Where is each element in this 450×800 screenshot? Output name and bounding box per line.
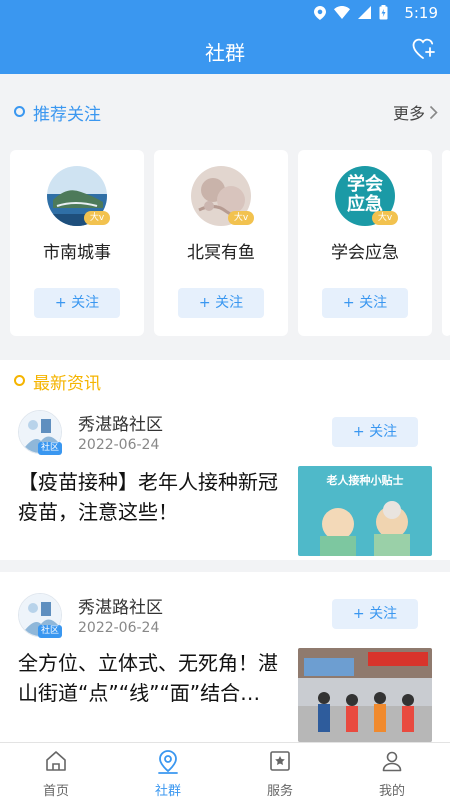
location-icon [158, 750, 178, 774]
news-source: 秀湛路社区 [78, 415, 163, 435]
recommend-section: 推荐关注 更多 大v 市南城事 + 关注 大v 北冥有鱼 + 关注 学会应急 大… [0, 86, 450, 348]
tab-label: 我的 [378, 784, 405, 799]
community-badge: 社区 [38, 625, 62, 638]
home-icon [46, 751, 66, 771]
battery-icon [379, 5, 388, 20]
news-headline: 【疫苗接种】老年人接种新冠疫苗，注意这些！ [18, 470, 278, 524]
status-bar: 5:19 [0, 0, 450, 26]
card-name: 市南城事 [43, 243, 111, 263]
follow-button[interactable]: + 关注 [332, 417, 418, 447]
news-source: 秀湛路社区 [78, 598, 163, 618]
tab-service[interactable]: 服务 [224, 743, 336, 800]
follow-button[interactable]: + 关注 [332, 599, 418, 629]
news-thumbnail: 老人接种小贴士 [298, 466, 432, 556]
recommend-card-partial[interactable] [442, 150, 450, 336]
tab-home[interactable]: 首页 [0, 743, 112, 800]
news-section: 最新资讯 社区 秀湛路社区 2022-06-24 + 关注 【疫苗接种】老年人接… [0, 360, 450, 742]
news-item[interactable]: 社区 秀湛路社区 2022-06-24 + 关注 【疫苗接种】老年人接种新冠疫苗… [0, 400, 450, 570]
recommend-cards: 大v 市南城事 + 关注 大v 北冥有鱼 + 关注 学会应急 大v 学会应急 +… [10, 150, 450, 336]
news-thumbnail [298, 648, 432, 742]
page-title: 社群 [205, 41, 245, 65]
news-date: 2022-06-24 [78, 437, 160, 453]
tab-label: 社群 [154, 784, 181, 799]
thumbnail-caption: 老人接种小贴士 [326, 474, 404, 487]
tab-label: 服务 [266, 784, 293, 799]
news-date: 2022-06-24 [78, 620, 160, 636]
user-icon [382, 751, 402, 772]
service-icon [270, 751, 290, 771]
follow-button[interactable]: + 关注 [34, 288, 120, 318]
vip-badge: 大v [372, 211, 398, 225]
news-dot-icon [14, 375, 25, 386]
recommend-card[interactable]: 大v 市南城事 + 关注 [10, 150, 144, 336]
card-name: 北冥有鱼 [187, 243, 255, 263]
signal-icon [358, 6, 371, 19]
more-link[interactable]: 更多 [393, 100, 438, 124]
community-badge: 社区 [38, 442, 62, 455]
more-label: 更多 [392, 104, 425, 123]
tab-bar: 首页 社群 服务 我的 [0, 742, 450, 800]
recommend-dot-icon [14, 106, 25, 117]
tab-mine[interactable]: 我的 [336, 743, 448, 800]
vip-badge: 大v [228, 211, 254, 225]
avatar-logo-text: 学会应急 [347, 174, 383, 215]
divider [0, 560, 450, 572]
news-title: 最新资讯 [33, 374, 101, 394]
recommend-header: 推荐关注 更多 [0, 92, 450, 132]
recommend-card[interactable]: 学会应急 大v 学会应急 + 关注 [298, 150, 432, 336]
news-header: 最新资讯 [0, 360, 450, 400]
favorite-add-button[interactable] [412, 38, 436, 64]
status-time: 5:19 [404, 4, 438, 22]
follow-button[interactable]: + 关注 [178, 288, 264, 318]
vip-badge: 大v [84, 211, 110, 225]
status-icons [314, 5, 388, 20]
wifi-icon [334, 6, 350, 19]
chevron-right-icon [429, 105, 438, 119]
recommend-title: 推荐关注 [33, 105, 101, 125]
recommend-card[interactable]: 大v 北冥有鱼 + 关注 [154, 150, 288, 336]
location-status-icon [314, 5, 326, 20]
news-headline: 全方位、立体式、无死角！湛山街道“点”“线”“面”结合… [18, 651, 278, 705]
tab-community[interactable]: 社群 [112, 743, 224, 800]
follow-button[interactable]: + 关注 [322, 288, 408, 318]
thumbnail-image [298, 648, 432, 742]
news-item[interactable]: 社区 秀湛路社区 2022-06-24 + 关注 全方位、立体式、无死角！湛山街… [0, 572, 450, 742]
heart-plus-icon [412, 38, 435, 59]
card-name: 学会应急 [331, 243, 399, 263]
tab-label: 首页 [42, 784, 69, 799]
nav-bar: 社群 [0, 26, 450, 74]
